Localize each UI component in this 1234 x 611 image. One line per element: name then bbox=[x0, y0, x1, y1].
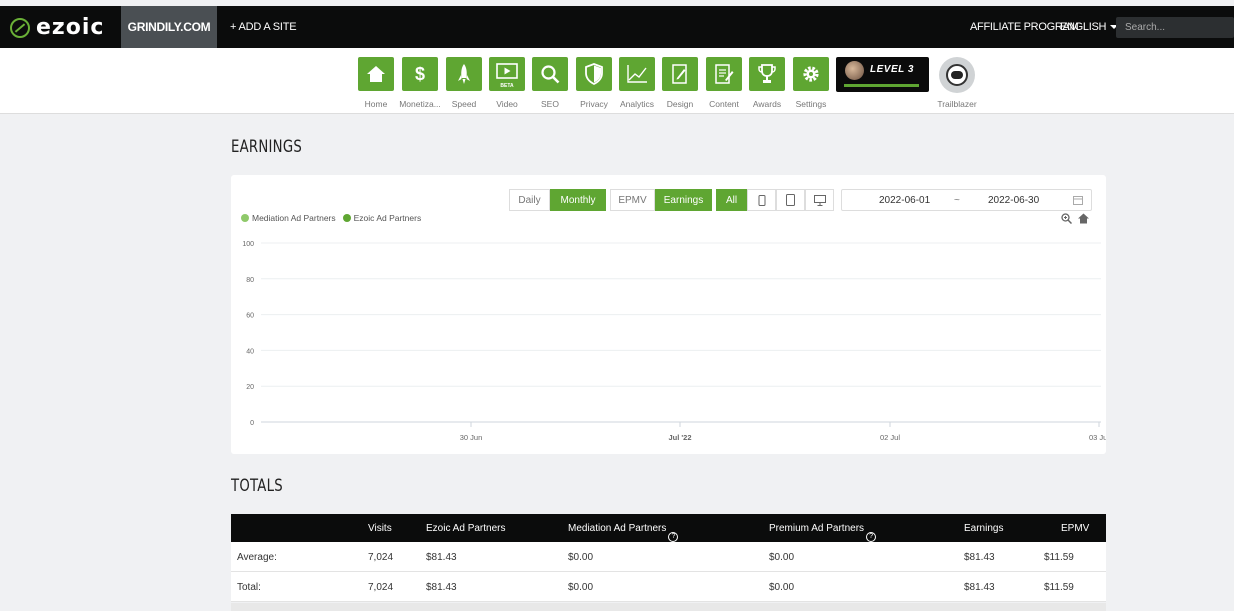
design-button[interactable] bbox=[662, 57, 698, 91]
awards-button[interactable] bbox=[749, 57, 785, 91]
search-input[interactable] bbox=[1116, 17, 1234, 38]
top-navigation: ezoic GRINDILY.COM + ADD A SITE AFFILIAT… bbox=[0, 6, 1234, 48]
cell-epmv: $11.59 bbox=[1044, 582, 1074, 593]
design-icon bbox=[672, 64, 687, 84]
nav-privacy[interactable]: Privacy bbox=[576, 57, 612, 109]
site-tab[interactable]: GRINDILY.COM bbox=[121, 6, 217, 48]
nav-home[interactable]: Home bbox=[358, 57, 394, 109]
feature-icon-bar: Home $ Monetiza... Speed BETA Video SEO … bbox=[0, 48, 1234, 114]
ezoic-logo[interactable]: ezoic bbox=[10, 15, 104, 40]
beta-badge: BETA bbox=[500, 83, 514, 89]
nav-monetization[interactable]: $ Monetiza... bbox=[399, 57, 441, 109]
rocket-icon bbox=[458, 64, 470, 84]
cell-ezoic: $81.43 bbox=[426, 582, 457, 593]
document-icon bbox=[715, 64, 734, 84]
cell-ezoic: $81.43 bbox=[426, 552, 457, 563]
level-badge[interactable]: LEVEL 3 bbox=[836, 57, 929, 92]
cell-earnings: $81.43 bbox=[964, 582, 995, 593]
cell-premium: $0.00 bbox=[769, 582, 795, 593]
table-row: Total: 7,024 $81.43 $0.00 $0.00 $81.43 $… bbox=[231, 572, 1106, 602]
y-tick-label: 100 bbox=[242, 241, 254, 248]
trailblazer-badge[interactable] bbox=[939, 57, 975, 93]
level-progress-fill bbox=[844, 84, 919, 87]
magnifier-icon bbox=[541, 65, 560, 84]
logo-text: ezoic bbox=[36, 15, 105, 40]
nav-content[interactable]: Content bbox=[706, 57, 742, 109]
column-premium-label: Premium Ad Partners bbox=[769, 523, 865, 534]
ezoic-logo-icon bbox=[10, 17, 30, 38]
totals-title: TOTALS bbox=[231, 476, 283, 496]
y-tick-label: 0 bbox=[250, 420, 254, 427]
row-label: Total: bbox=[237, 582, 261, 593]
seo-button[interactable] bbox=[532, 57, 568, 91]
column-premium-ad-partners: Premium Ad Partners? bbox=[769, 523, 877, 542]
cell-premium: $0.00 bbox=[769, 552, 795, 563]
column-visits: Visits bbox=[368, 523, 392, 534]
video-button[interactable]: BETA bbox=[489, 57, 525, 91]
help-icon[interactable]: ? bbox=[866, 532, 877, 542]
earnings-line-chart: 100 80 60 40 20 0 30 Jun Jul '22 02 Jul 03 Jul bbox=[242, 241, 1106, 442]
trailblazer-label: Trailblazer bbox=[937, 99, 977, 109]
nav-analytics[interactable]: Analytics bbox=[619, 57, 655, 109]
trophy-icon bbox=[758, 64, 776, 83]
analytics-button[interactable] bbox=[619, 57, 655, 91]
column-mediation-label: Mediation Ad Partners bbox=[568, 523, 667, 534]
cell-visits: 7,024 bbox=[368, 582, 394, 593]
horizontal-scrollbar[interactable] bbox=[231, 603, 1106, 611]
earnings-chart-card: Daily Monthly EPMV Earnings All 2022-06-… bbox=[231, 175, 1106, 454]
home-button[interactable] bbox=[358, 57, 394, 91]
dollar-icon: $ bbox=[414, 63, 425, 84]
nav-awards[interactable]: Awards bbox=[749, 57, 785, 109]
nav-design[interactable]: Design bbox=[662, 57, 698, 109]
x-tick-label: 30 Jun bbox=[460, 433, 483, 442]
nav-settings[interactable]: Settings bbox=[793, 57, 829, 109]
column-epmv: EPMV bbox=[1061, 523, 1090, 534]
earnings-title: EARNINGS bbox=[231, 137, 302, 157]
video-icon bbox=[496, 63, 518, 79]
nav-video[interactable]: BETA Video bbox=[489, 57, 525, 109]
x-tick-label: 02 Jul bbox=[880, 433, 900, 442]
table-header: Visits Ezoic Ad Partners Mediation Ad Pa… bbox=[231, 514, 1106, 542]
add-site-link[interactable]: + ADD A SITE bbox=[230, 6, 297, 48]
nav-seo[interactable]: SEO bbox=[532, 57, 568, 109]
shield-icon bbox=[585, 63, 603, 85]
gear-icon bbox=[803, 66, 819, 82]
x-tick-label: Jul '22 bbox=[668, 433, 691, 442]
row-label: Average: bbox=[237, 552, 277, 563]
column-mediation-ad-partners: Mediation Ad Partners? bbox=[568, 523, 679, 542]
column-earnings: Earnings bbox=[964, 523, 1004, 534]
y-tick-label: 20 bbox=[246, 384, 254, 391]
cell-mediation: $0.00 bbox=[568, 582, 594, 593]
home-icon bbox=[367, 66, 385, 82]
monetization-button[interactable]: $ bbox=[402, 57, 438, 91]
level-label: LEVEL 3 bbox=[870, 64, 914, 75]
settings-button[interactable] bbox=[793, 57, 829, 91]
astronaut-icon bbox=[946, 64, 968, 86]
chart-line-icon bbox=[627, 65, 647, 83]
content-button[interactable] bbox=[706, 57, 742, 91]
language-dropdown[interactable]: ENGLISH bbox=[1060, 6, 1119, 48]
language-label: ENGLISH bbox=[1060, 21, 1107, 33]
cell-epmv: $11.59 bbox=[1044, 552, 1074, 563]
nav-speed[interactable]: Speed bbox=[446, 57, 482, 109]
cell-visits: 7,024 bbox=[368, 552, 394, 563]
privacy-button[interactable] bbox=[576, 57, 612, 91]
help-icon[interactable]: ? bbox=[668, 532, 679, 542]
table-row: Average: 7,024 $81.43 $0.00 $0.00 $81.43… bbox=[231, 542, 1106, 572]
level-progress-bar bbox=[844, 84, 919, 87]
x-tick-label: 03 Jul bbox=[1089, 433, 1106, 442]
cell-mediation: $0.00 bbox=[568, 552, 594, 563]
avatar bbox=[845, 61, 864, 80]
speed-button[interactable] bbox=[446, 57, 482, 91]
totals-table: Visits Ezoic Ad Partners Mediation Ad Pa… bbox=[231, 514, 1106, 602]
y-tick-label: 80 bbox=[246, 277, 254, 284]
nav-label: Settings bbox=[795, 99, 827, 109]
y-tick-label: 60 bbox=[246, 313, 254, 320]
y-tick-label: 40 bbox=[246, 348, 254, 355]
cell-earnings: $81.43 bbox=[964, 552, 995, 563]
column-ezoic-ad-partners: Ezoic Ad Partners bbox=[426, 523, 506, 534]
